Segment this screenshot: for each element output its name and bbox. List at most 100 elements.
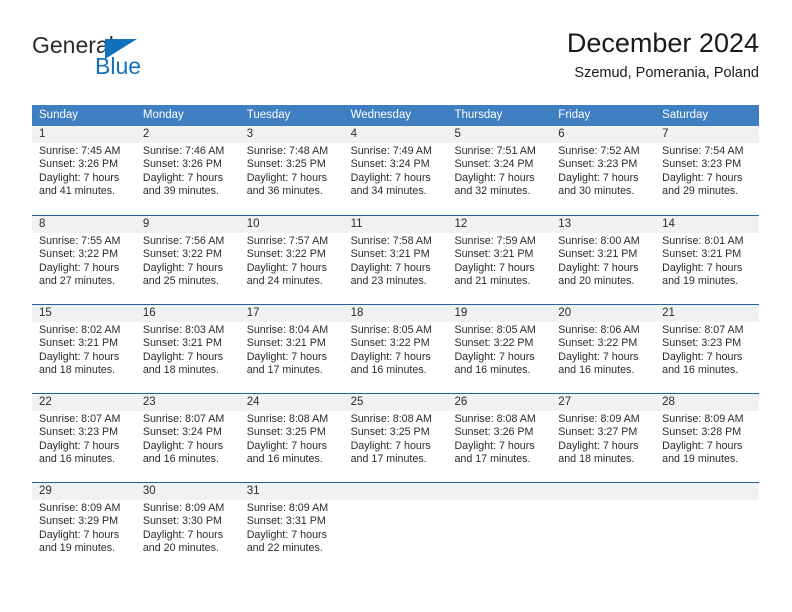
- sunrise-text: Sunrise: 8:09 AM: [662, 413, 744, 425]
- sunrise-text: Sunrise: 7:52 AM: [558, 145, 640, 157]
- sunset-text: Sunset: 3:23 PM: [662, 158, 742, 171]
- day-cell[interactable]: 9 Sunrise: 7:56 AM Sunset: 3:22 PM Dayli…: [136, 216, 240, 304]
- week-row: 22 Sunrise: 8:07 AM Sunset: 3:23 PM Dayl…: [32, 393, 759, 482]
- sunrise-text: Sunrise: 7:48 AM: [246, 145, 329, 157]
- day-cell[interactable]: 1 Sunrise: 7:45 AM Sunset: 3:26 PM Dayli…: [32, 126, 136, 215]
- day-cell[interactable]: 10 Sunrise: 7:57 AM Sunset: 3:22 PM Dayl…: [240, 216, 344, 304]
- day-details: Sunrise: 7:58 AM Sunset: 3:21 PM Dayligh…: [351, 235, 444, 288]
- sunrise-text: Sunrise: 8:01 AM: [662, 235, 744, 247]
- sunrise-text: Sunrise: 7:59 AM: [454, 235, 536, 247]
- day-cell[interactable]: 21 Sunrise: 8:07 AM Sunset: 3:23 PM Dayl…: [655, 305, 759, 393]
- day-cell[interactable]: 4 Sunrise: 7:49 AM Sunset: 3:24 PM Dayli…: [344, 126, 448, 215]
- sunset-text: Sunset: 3:21 PM: [246, 337, 326, 350]
- day-cell[interactable]: 7 Sunrise: 7:54 AM Sunset: 3:23 PM Dayli…: [655, 126, 759, 215]
- sunrise-text: Sunrise: 8:07 AM: [39, 413, 121, 425]
- daylight-text-line2: and 17 minutes.: [246, 363, 323, 376]
- day-cell[interactable]: 22 Sunrise: 8:07 AM Sunset: 3:23 PM Dayl…: [32, 394, 136, 482]
- day-cell[interactable]: 12 Sunrise: 7:59 AM Sunset: 3:21 PM Dayl…: [447, 216, 551, 304]
- sunset-text: Sunset: 3:22 PM: [39, 248, 119, 261]
- day-cell[interactable]: 2 Sunrise: 7:46 AM Sunset: 3:26 PM Dayli…: [136, 126, 240, 215]
- sunset-text: Sunset: 3:25 PM: [246, 426, 326, 439]
- day-cell[interactable]: 16 Sunrise: 8:03 AM Sunset: 3:21 PM Dayl…: [136, 305, 240, 393]
- day-cell[interactable]: 27 Sunrise: 8:09 AM Sunset: 3:27 PM Dayl…: [551, 394, 655, 482]
- daylight-text-line1: Daylight: 7 hours: [454, 350, 535, 363]
- day-cell[interactable]: 23 Sunrise: 8:07 AM Sunset: 3:24 PM Dayl…: [136, 394, 240, 482]
- sunset-text: Sunset: 3:25 PM: [246, 158, 326, 171]
- day-number: 6: [558, 128, 565, 140]
- day-cell[interactable]: 17 Sunrise: 8:04 AM Sunset: 3:21 PM Dayl…: [240, 305, 344, 393]
- daylight-text-line2: and 27 minutes.: [39, 274, 116, 287]
- sunrise-text: Sunrise: 8:05 AM: [454, 324, 536, 336]
- day-cell[interactable]: 28 Sunrise: 8:09 AM Sunset: 3:28 PM Dayl…: [655, 394, 759, 482]
- sunrise-text: Sunrise: 8:08 AM: [350, 413, 432, 425]
- day-details: Sunrise: 7:48 AM Sunset: 3:25 PM Dayligh…: [247, 145, 340, 198]
- day-cell[interactable]: 18 Sunrise: 8:05 AM Sunset: 3:22 PM Dayl…: [344, 305, 448, 393]
- daylight-text-line1: Daylight: 7 hours: [142, 261, 224, 274]
- sunset-text: Sunset: 3:22 PM: [350, 337, 430, 350]
- day-details: Sunrise: 8:08 AM Sunset: 3:25 PM Dayligh…: [247, 413, 340, 466]
- daylight-text-line1: Daylight: 7 hours: [39, 350, 120, 363]
- day-details: Sunrise: 7:52 AM Sunset: 3:23 PM Dayligh…: [558, 145, 651, 198]
- daylight-text-line1: Daylight: 7 hours: [662, 261, 743, 274]
- sunset-text: Sunset: 3:22 PM: [454, 337, 534, 350]
- day-details: Sunrise: 8:02 AM Sunset: 3:21 PM Dayligh…: [39, 324, 132, 377]
- daylight-text-line2: and 39 minutes.: [142, 184, 219, 197]
- sunset-text: Sunset: 3:21 PM: [558, 248, 638, 261]
- sunrise-text: Sunrise: 8:02 AM: [39, 324, 121, 336]
- day-cell[interactable]: 20 Sunrise: 8:06 AM Sunset: 3:22 PM Dayl…: [551, 305, 655, 393]
- day-details: Sunrise: 7:56 AM Sunset: 3:22 PM Dayligh…: [143, 235, 236, 288]
- day-details: Sunrise: 7:59 AM Sunset: 3:21 PM Dayligh…: [454, 235, 547, 288]
- day-cell[interactable]: 13 Sunrise: 8:00 AM Sunset: 3:21 PM Dayl…: [551, 216, 655, 304]
- day-cell[interactable]: 24 Sunrise: 8:08 AM Sunset: 3:25 PM Dayl…: [240, 394, 344, 482]
- weekday-header-sunday: Sunday: [39, 109, 79, 121]
- day-cell[interactable]: 11 Sunrise: 7:58 AM Sunset: 3:21 PM Dayl…: [344, 216, 448, 304]
- daylight-text-line2: and 41 minutes.: [39, 184, 116, 197]
- weekday-header-monday: Monday: [142, 109, 184, 121]
- sunset-text: Sunset: 3:30 PM: [142, 515, 222, 528]
- page-title: December 2024: [566, 28, 759, 58]
- day-details: Sunrise: 8:09 AM Sunset: 3:30 PM Dayligh…: [143, 502, 236, 555]
- day-number: 7: [662, 128, 669, 140]
- daylight-text-line1: Daylight: 7 hours: [558, 261, 639, 274]
- day-cell[interactable]: 25 Sunrise: 8:08 AM Sunset: 3:25 PM Dayl…: [344, 394, 448, 482]
- daylight-text-line1: Daylight: 7 hours: [246, 350, 327, 363]
- sunrise-text: Sunrise: 7:55 AM: [39, 235, 121, 247]
- daylight-text-line1: Daylight: 7 hours: [558, 439, 639, 452]
- day-number: 15: [39, 307, 52, 319]
- day-cell[interactable]: 19 Sunrise: 8:05 AM Sunset: 3:22 PM Dayl…: [447, 305, 551, 393]
- day-cell[interactable]: 15 Sunrise: 8:02 AM Sunset: 3:21 PM Dayl…: [32, 305, 136, 393]
- daylight-text-line2: and 22 minutes.: [246, 541, 323, 554]
- day-number: 10: [246, 218, 260, 230]
- sunrise-text: Sunrise: 7:46 AM: [142, 145, 225, 157]
- daylight-text-line1: Daylight: 7 hours: [350, 350, 431, 363]
- day-cell[interactable]: 26 Sunrise: 8:08 AM Sunset: 3:26 PM Dayl…: [447, 394, 551, 482]
- sunset-text: Sunset: 3:22 PM: [142, 248, 222, 261]
- sunset-text: Sunset: 3:29 PM: [39, 515, 119, 528]
- day-details: Sunrise: 8:07 AM Sunset: 3:23 PM Dayligh…: [39, 413, 132, 466]
- day-number: 22: [39, 396, 52, 408]
- day-cell[interactable]: 30 Sunrise: 8:09 AM Sunset: 3:30 PM Dayl…: [136, 483, 240, 571]
- day-cell[interactable]: 29 Sunrise: 8:09 AM Sunset: 3:29 PM Dayl…: [32, 483, 136, 571]
- day-cell[interactable]: 31 Sunrise: 8:09 AM Sunset: 3:31 PM Dayl…: [240, 483, 344, 571]
- daylight-text-line2: and 17 minutes.: [350, 452, 427, 465]
- daylight-text-line2: and 20 minutes.: [558, 274, 635, 287]
- daylight-text-line2: and 19 minutes.: [662, 274, 739, 287]
- day-cell[interactable]: 6 Sunrise: 7:52 AM Sunset: 3:23 PM Dayli…: [551, 126, 655, 215]
- day-number: 20: [558, 307, 572, 319]
- day-number: 16: [142, 307, 156, 319]
- day-details: Sunrise: 8:08 AM Sunset: 3:25 PM Dayligh…: [351, 413, 444, 466]
- daylight-text-line1: Daylight: 7 hours: [558, 350, 639, 363]
- daylight-text-line2: and 20 minutes.: [142, 541, 219, 554]
- daylight-text-line2: and 16 minutes.: [662, 363, 739, 376]
- day-cell[interactable]: 8 Sunrise: 7:55 AM Sunset: 3:22 PM Dayli…: [32, 216, 136, 304]
- day-cell[interactable]: 5 Sunrise: 7:51 AM Sunset: 3:24 PM Dayli…: [447, 126, 551, 215]
- day-details: Sunrise: 8:09 AM Sunset: 3:27 PM Dayligh…: [558, 413, 651, 466]
- brand-logo[interactable]: General Blue: [32, 28, 232, 88]
- sunset-text: Sunset: 3:28 PM: [662, 426, 742, 439]
- day-details: Sunrise: 8:09 AM Sunset: 3:29 PM Dayligh…: [39, 502, 132, 555]
- sunrise-text: Sunrise: 8:09 AM: [246, 502, 329, 514]
- day-cell[interactable]: 3 Sunrise: 7:48 AM Sunset: 3:25 PM Dayli…: [240, 126, 344, 215]
- day-cell[interactable]: 14 Sunrise: 8:01 AM Sunset: 3:21 PM Dayl…: [655, 216, 759, 304]
- daylight-text-line2: and 17 minutes.: [454, 452, 531, 465]
- sunrise-text: Sunrise: 8:07 AM: [662, 324, 744, 336]
